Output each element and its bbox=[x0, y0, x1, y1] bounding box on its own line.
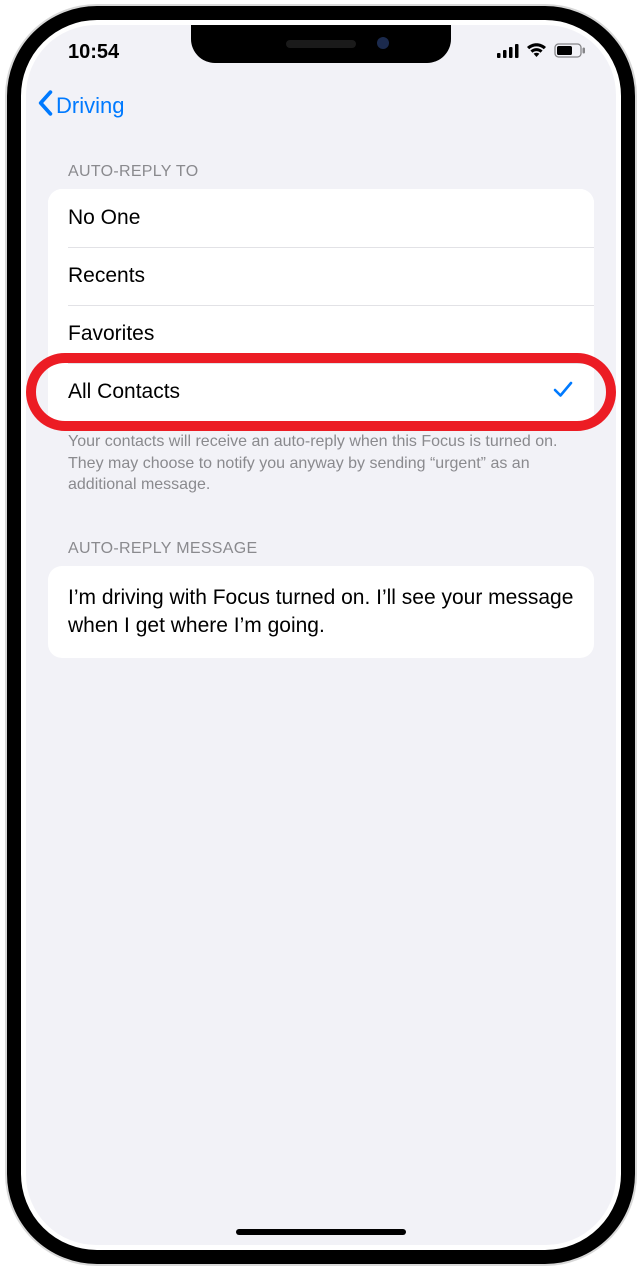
notch bbox=[191, 25, 451, 63]
battery-icon bbox=[554, 41, 586, 64]
screen: 10:54 bbox=[26, 25, 616, 1245]
cellular-signal-icon bbox=[497, 41, 519, 64]
auto-reply-to-list: No One Recents Favorites All Contacts bbox=[48, 189, 594, 421]
wifi-icon bbox=[526, 41, 547, 64]
section-header-auto-reply-message: AUTO-REPLY MESSAGE bbox=[48, 540, 594, 566]
front-camera bbox=[377, 37, 389, 49]
navigation-bar: Driving bbox=[26, 79, 616, 133]
back-button-label: Driving bbox=[56, 93, 124, 119]
speaker-grill bbox=[286, 40, 356, 48]
checkmark-icon bbox=[552, 378, 574, 406]
auto-reply-option[interactable]: Favorites bbox=[48, 305, 594, 363]
auto-reply-option[interactable]: Recents bbox=[48, 247, 594, 305]
section-footer-auto-reply-to: Your contacts will receive an auto-reply… bbox=[48, 421, 594, 496]
option-label: No One bbox=[68, 206, 140, 230]
option-label: Favorites bbox=[68, 322, 154, 346]
section-header-auto-reply-to: AUTO-REPLY TO bbox=[48, 163, 594, 189]
back-button[interactable]: Driving bbox=[36, 90, 124, 122]
content-area: AUTO-REPLY TO No One Recents Favorites All … bbox=[26, 133, 616, 658]
auto-reply-message-field[interactable]: I’m driving with Focus turned on. I’ll s… bbox=[48, 566, 594, 659]
iphone-device-frame: 10:54 bbox=[7, 6, 635, 1264]
auto-reply-option[interactable]: No One bbox=[48, 189, 594, 247]
auto-reply-message-text: I’m driving with Focus turned on. I’ll s… bbox=[68, 586, 573, 637]
option-label: All Contacts bbox=[68, 380, 180, 404]
option-label: Recents bbox=[68, 264, 145, 288]
chevron-left-icon bbox=[36, 90, 54, 122]
status-time: 10:54 bbox=[68, 41, 119, 64]
spacer bbox=[48, 496, 594, 540]
home-indicator[interactable] bbox=[236, 1229, 406, 1235]
auto-reply-option[interactable]: All Contacts bbox=[48, 363, 594, 421]
